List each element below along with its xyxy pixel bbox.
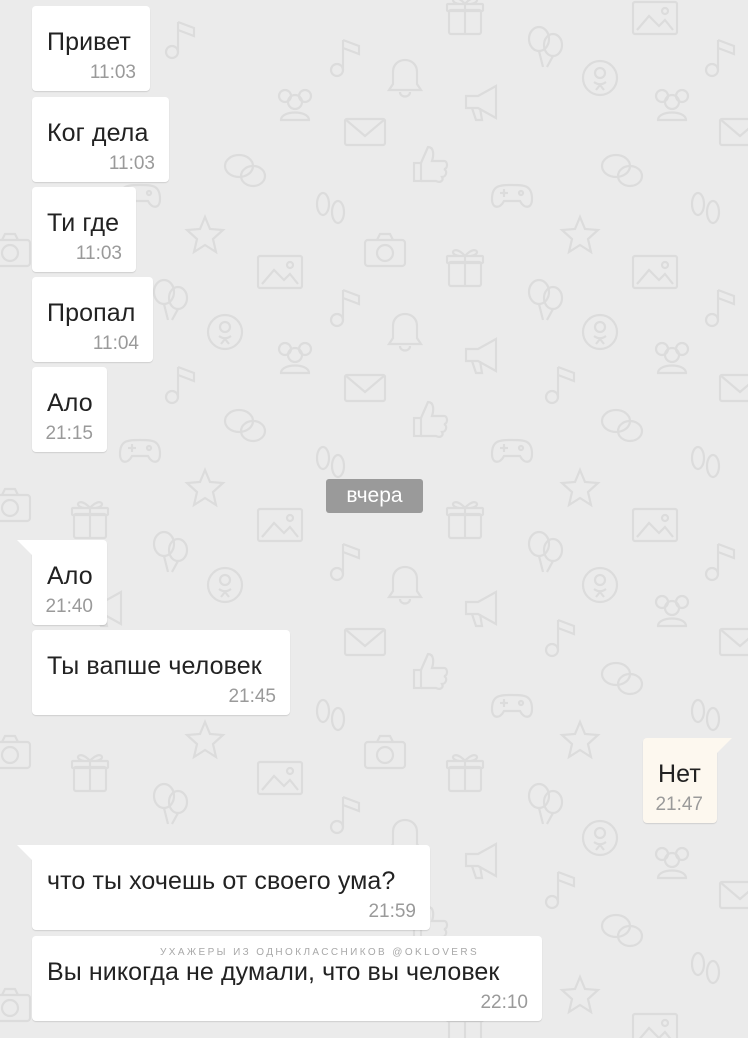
message-bubble-incoming[interactable]: Ког дела 11:03: [32, 97, 169, 182]
message-text: что ты хочешь от своего ума?: [47, 867, 396, 895]
message-text: Вы никогда не думали, что вы человек: [47, 958, 500, 986]
message-bubble-incoming[interactable]: Ты вапше человек 21:45: [32, 630, 290, 715]
message-bubble-incoming[interactable]: Привет 11:03: [32, 6, 150, 91]
message-time: 21:45: [228, 686, 276, 707]
bubble-tail: [17, 845, 32, 860]
message-text: Ты вапше человек: [47, 652, 262, 680]
message-bubble-outgoing[interactable]: Нет 21:47: [643, 738, 732, 823]
message-time: 11:03: [75, 243, 122, 264]
message-bubble-incoming[interactable]: Ти где 11:03: [32, 187, 136, 272]
message-time: 11:03: [89, 62, 136, 83]
message-text: Привет: [47, 28, 131, 56]
message-text: Ког дела: [47, 119, 149, 147]
watermark-text: УХАЖЕРЫ ИЗ ОДНОКЛАССНИКОВ @OKLOVERS: [160, 947, 480, 958]
bubble-tail: [717, 738, 732, 753]
message-time: 22:10: [480, 992, 528, 1013]
message-bubble-incoming[interactable]: Ало 21:15: [32, 367, 107, 452]
message-time: 21:15: [45, 423, 93, 444]
chat-message-list[interactable]: Привет 11:03 Ког дела 11:03 Ти где 11:03…: [0, 0, 748, 1038]
message-time: 21:59: [368, 901, 416, 922]
message-text: Нет: [658, 760, 701, 788]
message-time: 11:03: [108, 153, 155, 174]
message-bubble-incoming[interactable]: Ало 21:40: [17, 540, 107, 625]
message-time: 21:47: [655, 794, 703, 815]
message-time: 11:04: [92, 333, 139, 354]
message-time: 21:40: [45, 596, 93, 617]
message-text: Ало: [47, 389, 93, 417]
date-divider: вчера: [326, 479, 423, 513]
message-bubble-incoming[interactable]: что ты хочешь от своего ума? 21:59: [17, 845, 430, 930]
message-text: Ало: [47, 562, 93, 590]
bubble-tail: [17, 540, 32, 555]
message-text: Пропал: [47, 299, 136, 327]
message-bubble-incoming[interactable]: Пропал 11:04: [32, 277, 153, 362]
message-text: Ти где: [47, 209, 120, 237]
